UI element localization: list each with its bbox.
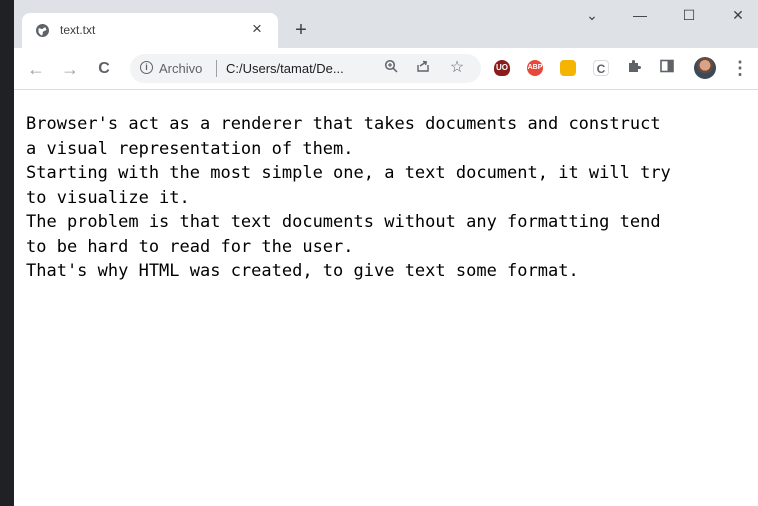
file-chip-label: Archivo	[159, 61, 203, 76]
document-line: Browser's act as a renderer that takes d…	[26, 114, 661, 134]
extensions-puzzle-icon[interactable]	[624, 58, 644, 78]
tab-strip: text.txt × + ⌄ — ☐ ✕	[14, 0, 758, 48]
document-line: to be hard to read for the user.	[26, 236, 354, 257]
zoom-icon[interactable]	[381, 58, 401, 78]
tab-search-dropdown-icon[interactable]: ⌄	[577, 4, 607, 26]
document-line: Starting with the most simple one, a tex…	[26, 163, 671, 183]
browser-window: text.txt × + ⌄ — ☐ ✕ ← → C i Archivo C:/…	[14, 0, 758, 506]
maximize-button[interactable]: ☐	[674, 4, 704, 26]
toolbar: ← → C i Archivo C:/Users/tamat/De... ☆ U…	[14, 48, 758, 90]
omnibox-divider	[216, 60, 217, 77]
reload-button[interactable]: C	[92, 57, 116, 81]
url-text[interactable]: C:/Users/tamat/De...	[226, 61, 344, 76]
document-line: The problem is that text documents witho…	[26, 212, 661, 232]
c-extension-icon[interactable]: C	[593, 60, 609, 76]
forward-button[interactable]: →	[58, 57, 82, 81]
info-icon[interactable]: i	[140, 61, 153, 74]
reader-extension-icon[interactable]	[560, 60, 576, 76]
page-content: Browser's act as a renderer that takes d…	[14, 90, 758, 506]
address-bar[interactable]: i Archivo C:/Users/tamat/De... ☆	[130, 54, 481, 83]
more-menu-icon[interactable]: ⋮	[730, 58, 750, 78]
minimize-button[interactable]: —	[625, 4, 655, 26]
bookmark-star-icon[interactable]: ☆	[447, 58, 467, 78]
text-document: Browser's act as a renderer that takes d…	[26, 112, 752, 284]
tab-title: text.txt	[60, 23, 96, 37]
document-line: That's why HTML was created, to give tex…	[26, 261, 579, 281]
globe-icon	[36, 24, 49, 37]
profile-avatar[interactable]	[694, 57, 716, 79]
side-panel-icon[interactable]	[657, 58, 677, 78]
document-line: a visual representation of them.	[26, 138, 354, 159]
adblock-plus-icon[interactable]: ABP	[527, 60, 543, 76]
share-icon[interactable]	[413, 58, 433, 78]
close-window-button[interactable]: ✕	[723, 4, 753, 26]
new-tab-button[interactable]: +	[290, 19, 312, 41]
ublock-origin-icon[interactable]: UO	[494, 60, 510, 76]
back-button[interactable]: ←	[24, 57, 48, 81]
document-line: to visualize it.	[26, 187, 190, 208]
tab-close-icon[interactable]: ×	[248, 20, 266, 38]
tab-text-txt[interactable]: text.txt ×	[22, 13, 278, 48]
